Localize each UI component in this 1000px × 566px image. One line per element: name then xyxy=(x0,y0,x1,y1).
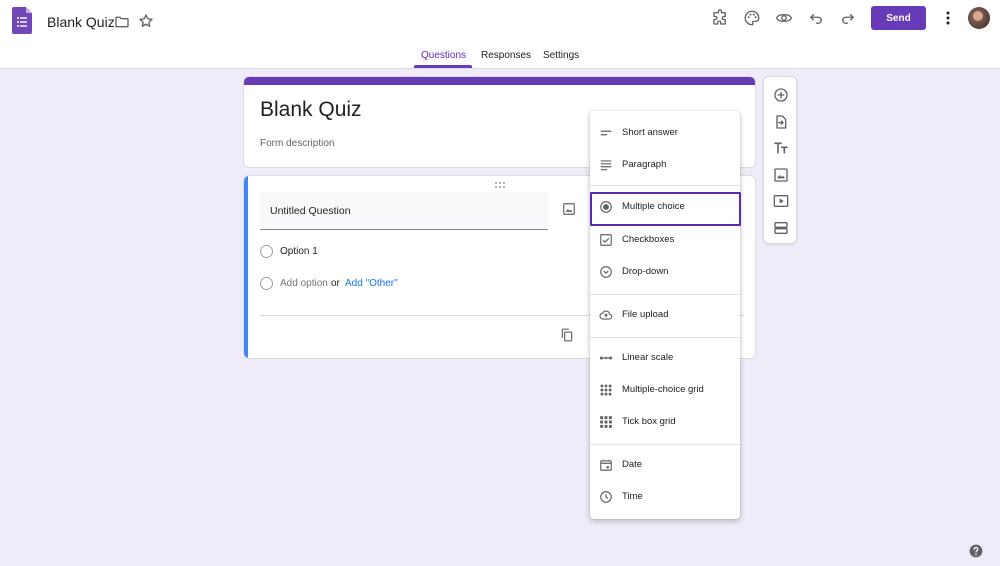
forms-app-icon[interactable] xyxy=(12,7,32,34)
add-image-icon[interactable] xyxy=(773,167,789,183)
eye-icon[interactable] xyxy=(775,9,793,27)
avatar[interactable] xyxy=(968,7,990,29)
import-questions-icon[interactable] xyxy=(773,114,789,130)
menu-divider xyxy=(590,444,740,445)
send-button[interactable]: Send xyxy=(871,6,926,30)
menu-item-paragraph[interactable]: Paragraph xyxy=(590,150,740,180)
menu-item-linear-scale[interactable]: Linear scale xyxy=(590,343,740,373)
side-toolbar xyxy=(763,76,797,244)
add-other-link[interactable]: Add "Other" xyxy=(345,278,398,289)
menu-item-label: File upload xyxy=(622,309,669,320)
radio-button-icon xyxy=(600,201,612,213)
grid-dots-icon xyxy=(600,384,612,396)
menu-item-tick-box-grid[interactable]: Tick box grid xyxy=(590,407,740,437)
active-card-indicator xyxy=(244,176,248,358)
menu-item-time[interactable]: Time xyxy=(590,482,740,512)
checkbox-icon xyxy=(600,234,612,246)
document-title[interactable]: Blank Quiz xyxy=(47,14,115,30)
puzzle-icon[interactable] xyxy=(711,9,729,27)
menu-item-label: Checkboxes xyxy=(622,234,675,245)
menu-item-label: Multiple choice xyxy=(622,201,685,212)
menu-item-multiple-choice-grid[interactable]: Multiple-choice grid xyxy=(590,375,740,405)
star-icon[interactable] xyxy=(138,13,154,29)
menu-item-date[interactable]: Date xyxy=(590,450,740,480)
more-vert-icon[interactable] xyxy=(941,9,955,27)
menu-item-label: Date xyxy=(622,459,643,470)
menu-item-label: Tick box grid xyxy=(622,416,676,427)
menu-item-drop-down[interactable]: Drop-down xyxy=(590,257,740,287)
palette-icon[interactable] xyxy=(743,9,761,27)
tab-responses[interactable]: Responses xyxy=(481,50,531,61)
menu-item-file-upload[interactable]: File upload xyxy=(590,300,740,330)
active-tab-indicator xyxy=(414,65,472,68)
question-type-menu: Short answer Paragraph Multiple choice C… xyxy=(590,111,741,519)
add-question-icon[interactable] xyxy=(773,87,789,103)
menu-item-short-answer[interactable]: Short answer xyxy=(590,118,740,148)
add-option-button[interactable]: Add option xyxy=(280,278,328,289)
add-title-icon[interactable] xyxy=(773,140,789,156)
menu-item-label: Time xyxy=(622,491,643,502)
menu-item-checkboxes[interactable]: Checkboxes xyxy=(590,225,740,255)
add-video-icon[interactable] xyxy=(773,193,789,209)
drag-handle-icon[interactable] xyxy=(494,181,506,189)
short-answer-icon xyxy=(600,130,612,136)
add-option-radio-icon xyxy=(260,277,273,290)
menu-item-label: Linear scale xyxy=(622,352,674,363)
option-radio-icon xyxy=(260,245,273,258)
tab-settings[interactable]: Settings xyxy=(543,50,579,61)
menu-divider xyxy=(590,185,740,186)
grid-squares-icon xyxy=(600,416,612,428)
menu-item-label: Paragraph xyxy=(622,159,667,170)
duplicate-icon[interactable] xyxy=(560,327,574,343)
clock-icon xyxy=(600,491,612,503)
tab-questions[interactable]: Questions xyxy=(421,50,466,61)
menu-item-label: Multiple-choice grid xyxy=(622,384,704,395)
question-title-input[interactable]: Untitled Question xyxy=(260,192,548,230)
accent-bar xyxy=(244,77,755,85)
form-description-field[interactable]: Form description xyxy=(260,138,334,149)
menu-divider xyxy=(590,337,740,338)
undo-icon[interactable] xyxy=(807,9,825,27)
menu-divider xyxy=(590,294,740,295)
add-section-icon[interactable] xyxy=(773,220,789,236)
form-title[interactable]: Blank Quiz xyxy=(260,98,362,122)
question-title-text: Untitled Question xyxy=(270,205,351,217)
option-1-label[interactable]: Option 1 xyxy=(280,246,318,257)
app-header: Blank Quiz Send Questions Responses Sett… xyxy=(0,0,1000,69)
or-text: or xyxy=(331,278,340,289)
help-icon[interactable] xyxy=(969,544,983,558)
cloud-upload-icon xyxy=(599,310,613,320)
dropdown-icon xyxy=(600,266,612,278)
menu-item-label: Drop-down xyxy=(622,266,669,277)
calendar-icon xyxy=(600,459,612,471)
linear-scale-icon xyxy=(599,356,613,360)
menu-item-label: Short answer xyxy=(622,127,678,138)
folder-icon[interactable] xyxy=(114,14,130,30)
tab-bar: Questions Responses Settings xyxy=(0,48,1000,68)
add-image-icon[interactable] xyxy=(562,202,576,216)
paragraph-icon xyxy=(600,160,612,171)
menu-item-multiple-choice[interactable]: Multiple choice xyxy=(590,192,741,226)
redo-icon[interactable] xyxy=(839,9,857,27)
